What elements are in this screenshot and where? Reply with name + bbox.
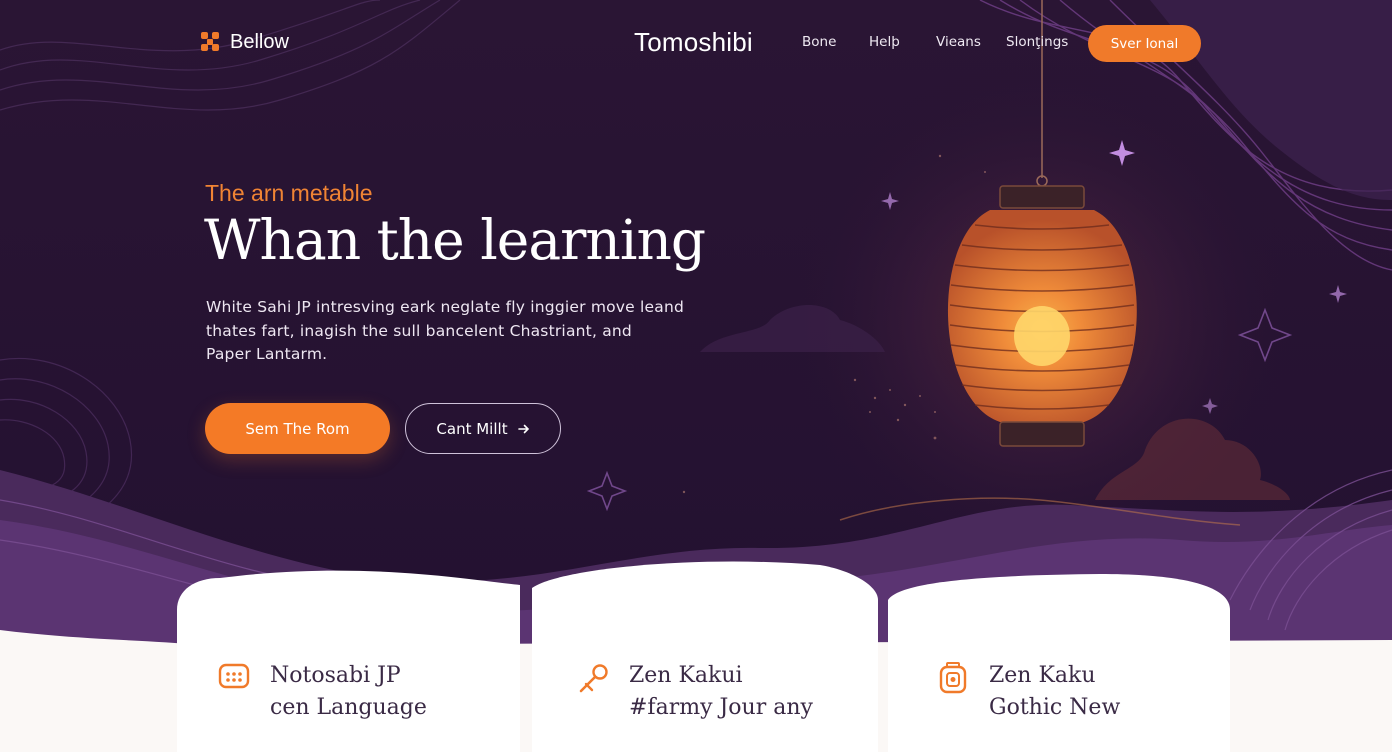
nav-link-help[interactable]: Helþ — [869, 34, 900, 50]
hero-description-line: Paper Lantarm. — [206, 345, 328, 363]
nav-cta-button[interactable]: Sver Ional — [1088, 25, 1201, 62]
hero-description-line: White Sahi JP intresving eark neglate fl… — [206, 298, 685, 316]
card-title-line2: #farmy Jour any — [629, 695, 813, 720]
card-title-line2: cen Language — [270, 695, 427, 720]
card-title-line1: Zen Kakui — [629, 663, 743, 688]
nav-link-settings[interactable]: Slonţings — [1006, 34, 1068, 50]
feature-card[interactable]: Zen Kakui #farmy Jour any — [532, 578, 878, 752]
nav-link-home[interactable]: Bone — [802, 34, 836, 50]
hero-description-line: thates fart, inagish the sull bancelent … — [206, 321, 632, 340]
card-title-line1: Zen Kaku — [989, 663, 1096, 688]
primary-cta-label: Sem The Rom — [245, 419, 350, 438]
hero-eyebrow: The arn metable — [205, 180, 373, 206]
secondary-cta-button[interactable]: Cant Millt — [405, 403, 561, 454]
card-title: Zen Kakui #farmy Jour any — [629, 660, 813, 724]
chat-icon — [218, 663, 250, 689]
nav-link-views[interactable]: Vieans — [936, 34, 981, 50]
card-title-line1: Notosabi JP — [270, 663, 401, 688]
card-title-line2: Gothic New — [989, 695, 1121, 720]
card-title: Notosabi JP cen Language — [270, 660, 427, 724]
card-title: Zen Kaku Gothic New — [989, 660, 1120, 724]
hero-description: White Sahi JP intresving eark neglate fl… — [206, 296, 706, 367]
feature-card[interactable]: Notosabi JP cen Language — [177, 578, 520, 752]
secondary-cta-label: Cant Millt — [436, 419, 508, 438]
hero-headline: Whan the learning — [204, 208, 706, 272]
feature-card[interactable]: Zen Kaku Gothic New — [888, 578, 1230, 752]
arrow-icon — [517, 424, 529, 433]
primary-cta-button[interactable]: Sem The Rom — [205, 403, 390, 454]
tool-icon — [579, 664, 608, 693]
lantern-icon — [939, 662, 967, 694]
